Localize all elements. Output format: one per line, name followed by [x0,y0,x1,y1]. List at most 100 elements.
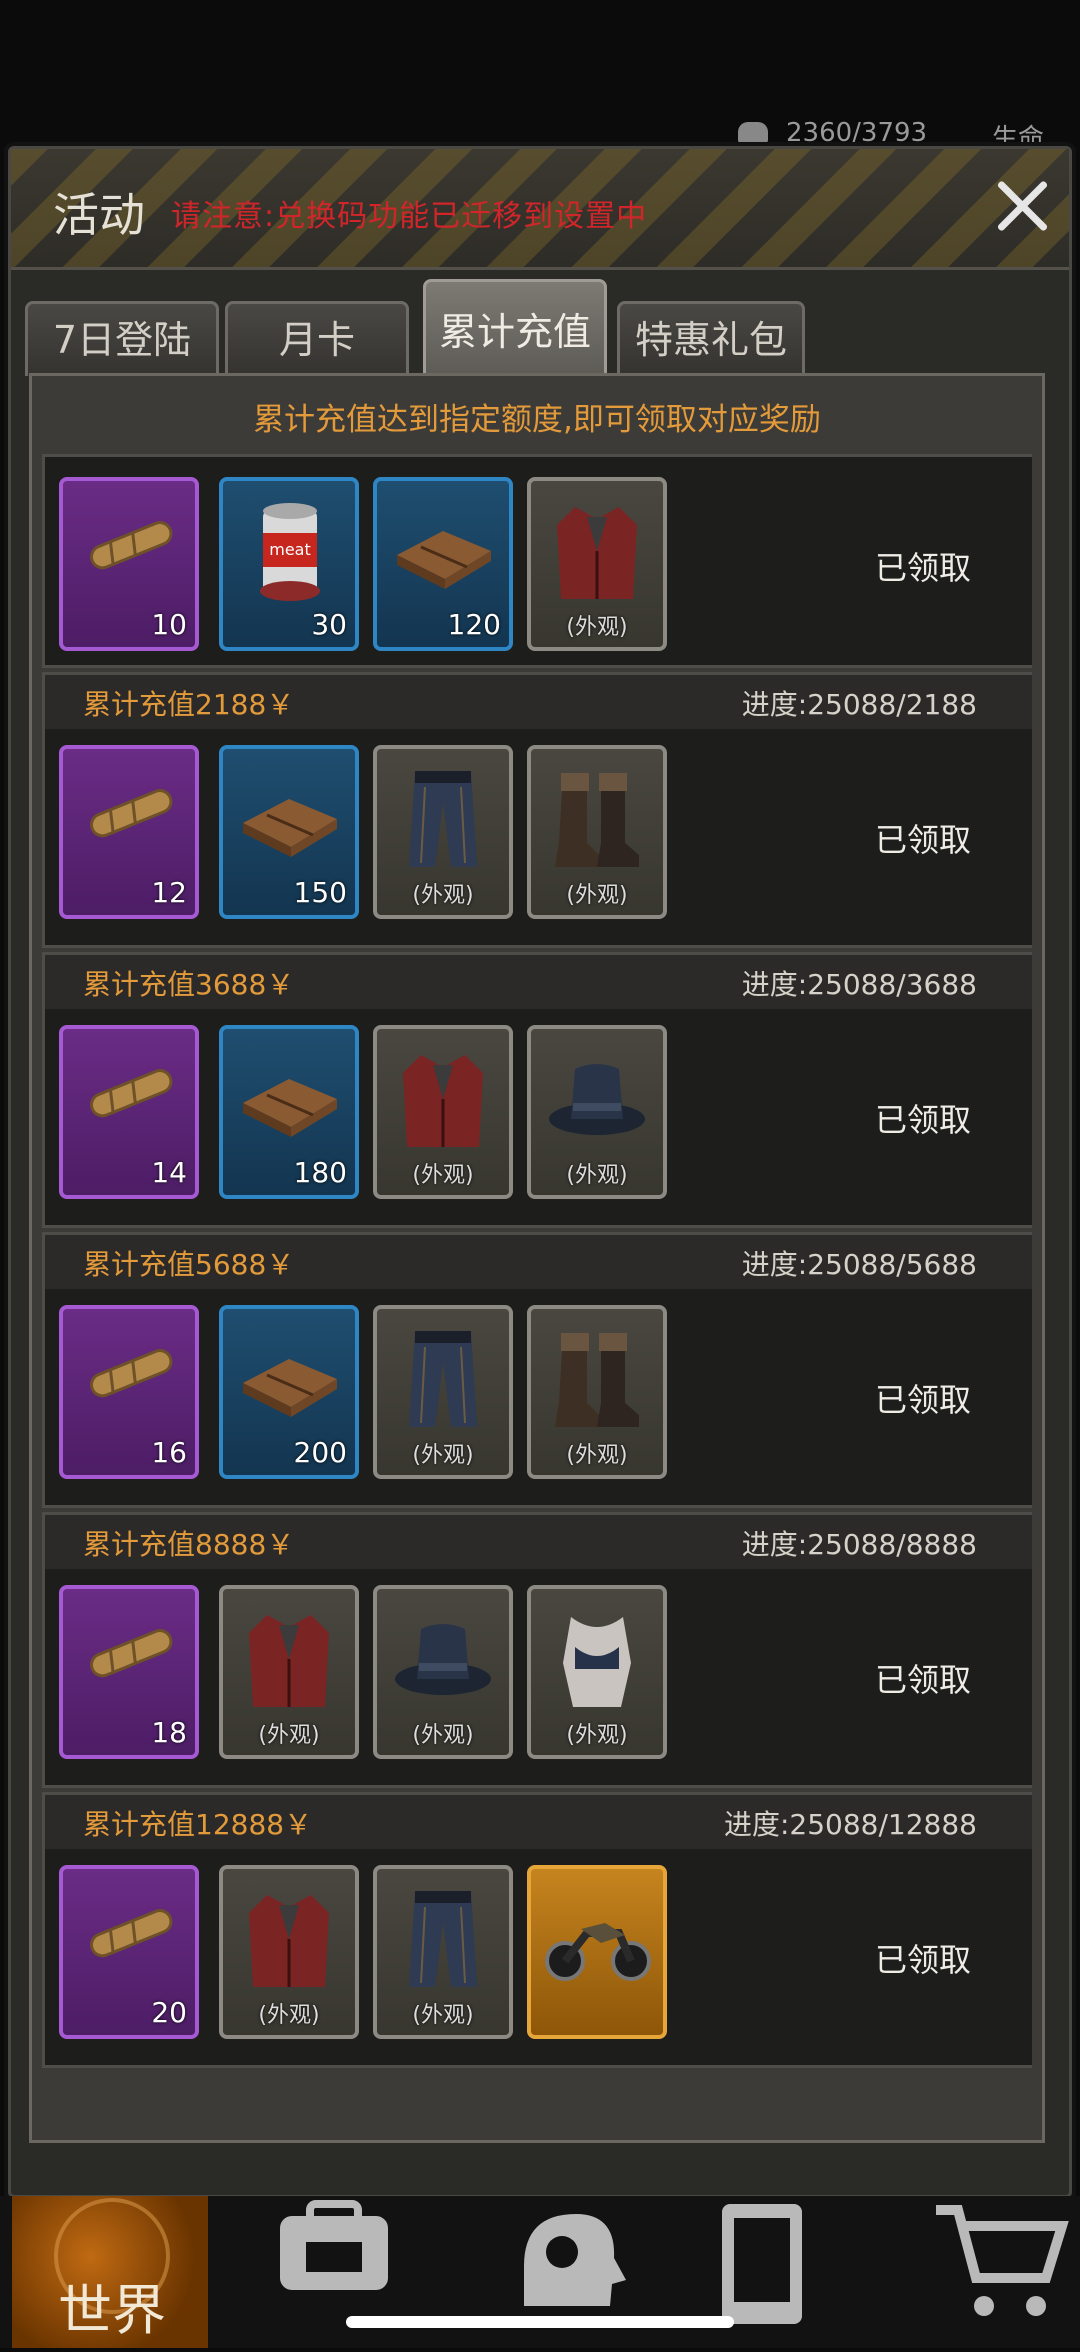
row-title: 累计充值12888￥ [83,1808,313,1841]
skin-label: (外观) [412,2003,474,2028]
reward-item-cigar[interactable]: 14 [59,1025,199,1199]
reward-item-coat[interactable]: (外观) [219,1585,359,1759]
row-progress: 进度:25088/5688 [741,1248,977,1281]
row-header: 累计充值2188￥ 进度:25088/2188 [45,675,1032,729]
row-header: 累计充值5688￥ 进度:25088/5688 [45,1235,1032,1289]
modal-title: 活动 [53,188,145,242]
skin-label: (外观) [258,1723,320,1748]
row-progress: 进度:25088/12888 [723,1808,977,1841]
health-icon [738,122,768,144]
item-quantity: 30 [311,608,347,641]
cigar-icon [89,1349,173,1398]
cigar-icon [89,789,173,838]
claimed-status: 已领取 [875,1941,972,1979]
tab-7day-login[interactable]: 7日登陆 [25,301,219,376]
skin-label: (外观) [566,883,628,908]
wood-box-icon [243,799,337,857]
item-quantity: 180 [293,1156,347,1189]
reward-item-meat-can[interactable]: meat 30 [219,477,359,651]
item-quantity: 20 [151,1996,187,2029]
reward-item-wood-box[interactable]: 180 [219,1025,359,1199]
item-quantity: 200 [293,1436,347,1469]
skin-label: (外观) [412,883,474,908]
item-quantity: 150 [293,876,347,909]
wood-box-icon [397,531,491,589]
skin-label: (外观) [566,1443,628,1468]
row-header: 累计充值3688￥ 进度:25088/3688 [45,955,1032,1009]
reward-item-cigar[interactable]: 20 [59,1865,199,2039]
motorcycle-icon [545,1923,651,1981]
cigar-icon [89,521,173,570]
reward-item-cigar[interactable]: 10 [59,477,199,651]
tab-cumulative-recharge[interactable]: 累计充值 [423,279,607,382]
top-icon [563,1617,631,1707]
tab-monthly-card[interactable]: 月卡 [225,301,409,376]
claimed-status: 已领取 [875,821,972,859]
reward-list[interactable]: 10 meat 30 120 (外观) 已领取 累计充值2188￥ 进度:25088/2188… [42,454,1032,2070]
pants-icon [409,771,477,867]
reward-row: 累计充值8888￥ 进度:25088/8888 18 (外观) (外观) (外观) 已领取 [42,1512,1032,1788]
reward-item-boots[interactable]: (外观) [527,1305,667,1479]
pants-icon [409,1891,477,1987]
item-quantity: 14 [151,1156,187,1189]
reward-item-cigar[interactable]: 18 [59,1585,199,1759]
reward-item-motorcycle[interactable] [527,1865,667,2039]
nav-world-button[interactable]: 世界 [12,2196,208,2348]
reward-item-wood-box[interactable]: 200 [219,1305,359,1479]
boots-icon [555,1333,639,1427]
phone-icon [722,2204,802,2324]
item-quantity: 120 [447,608,501,641]
wood-box-icon [243,1079,337,1137]
skin-label: (外观) [258,2003,320,2028]
row-header: 累计充值8888￥ 进度:25088/8888 [45,1515,1032,1569]
modal-header: 活动 请注意:兑换码功能已迁移到设置中 [11,149,1069,270]
reward-item-wood-box[interactable]: 150 [219,745,359,919]
row-progress: 进度:25088/8888 [741,1528,977,1561]
row-title: 累计充值3688￥ [83,968,295,1001]
coat-icon [249,1895,329,1987]
reward-item-cigar[interactable]: 12 [59,745,199,919]
skin-label: (外观) [566,615,628,640]
hat-icon [549,1064,645,1135]
claimed-status: 已领取 [875,1381,972,1419]
reward-item-coat[interactable]: (外观) [527,477,667,651]
meat-can-icon: meat [260,503,320,601]
reward-item-pants[interactable]: (外观) [373,745,513,919]
nav-phone-button[interactable] [704,2196,900,2348]
item-quantity: 12 [151,876,187,909]
reward-row: 累计充值12888￥ 进度:25088/12888 20 (外观) (外观) 已领取 [42,1792,1032,2068]
recharge-panel: 累计充值达到指定额度,即可领取对应奖励 10 meat 30 120 (外观) 已领取 累计… [29,373,1045,2143]
tab-special-gift-pack[interactable]: 特惠礼包 [617,301,805,376]
close-button[interactable] [993,177,1051,235]
svg-text:meat: meat [269,540,311,559]
pants-icon [409,1331,477,1427]
coat-icon [403,1055,483,1147]
hat-icon [395,1624,491,1695]
reward-item-coat[interactable]: (外观) [373,1025,513,1199]
claimed-status: 已领取 [875,549,972,587]
reward-item-pants[interactable]: (外观) [373,1305,513,1479]
item-quantity: 18 [151,1716,187,1749]
status-strip: 2360/3793 生命 [730,118,1080,154]
activity-modal: 活动 请注意:兑换码功能已迁移到设置中 7日登陆 月卡 累计充值 特惠礼包 累计… [8,146,1072,2198]
reward-row: 10 meat 30 120 (外观) 已领取 [42,454,1032,668]
cigar-icon [89,1069,173,1118]
reward-item-coat[interactable]: (外观) [219,1865,359,2039]
reward-row: 累计充值2188￥ 进度:25088/2188 12 150 (外观) (外观) 已领取 [42,672,1032,948]
reward-item-wood-box[interactable]: 120 [373,477,513,651]
item-quantity: 10 [151,608,187,641]
reward-item-top[interactable]: (外观) [527,1585,667,1759]
panel-hint: 累计充值达到指定额度,即可领取对应奖励 [253,402,821,438]
cigar-icon [89,1909,173,1958]
health-value: 2360/3793 [786,118,928,148]
reward-item-boots[interactable]: (外观) [527,745,667,919]
claimed-status: 已领取 [875,1101,972,1139]
nav-shop-button[interactable] [928,2196,1080,2348]
nav-world-label: 世界 [58,2279,166,2342]
reward-item-hat[interactable]: (外观) [373,1585,513,1759]
row-title: 累计充值8888￥ [83,1528,295,1561]
reward-item-pants[interactable]: (外观) [373,1865,513,2039]
row-header: 累计充值12888￥ 进度:25088/12888 [45,1795,1032,1849]
reward-item-hat[interactable]: (外观) [527,1025,667,1199]
reward-item-cigar[interactable]: 16 [59,1305,199,1479]
